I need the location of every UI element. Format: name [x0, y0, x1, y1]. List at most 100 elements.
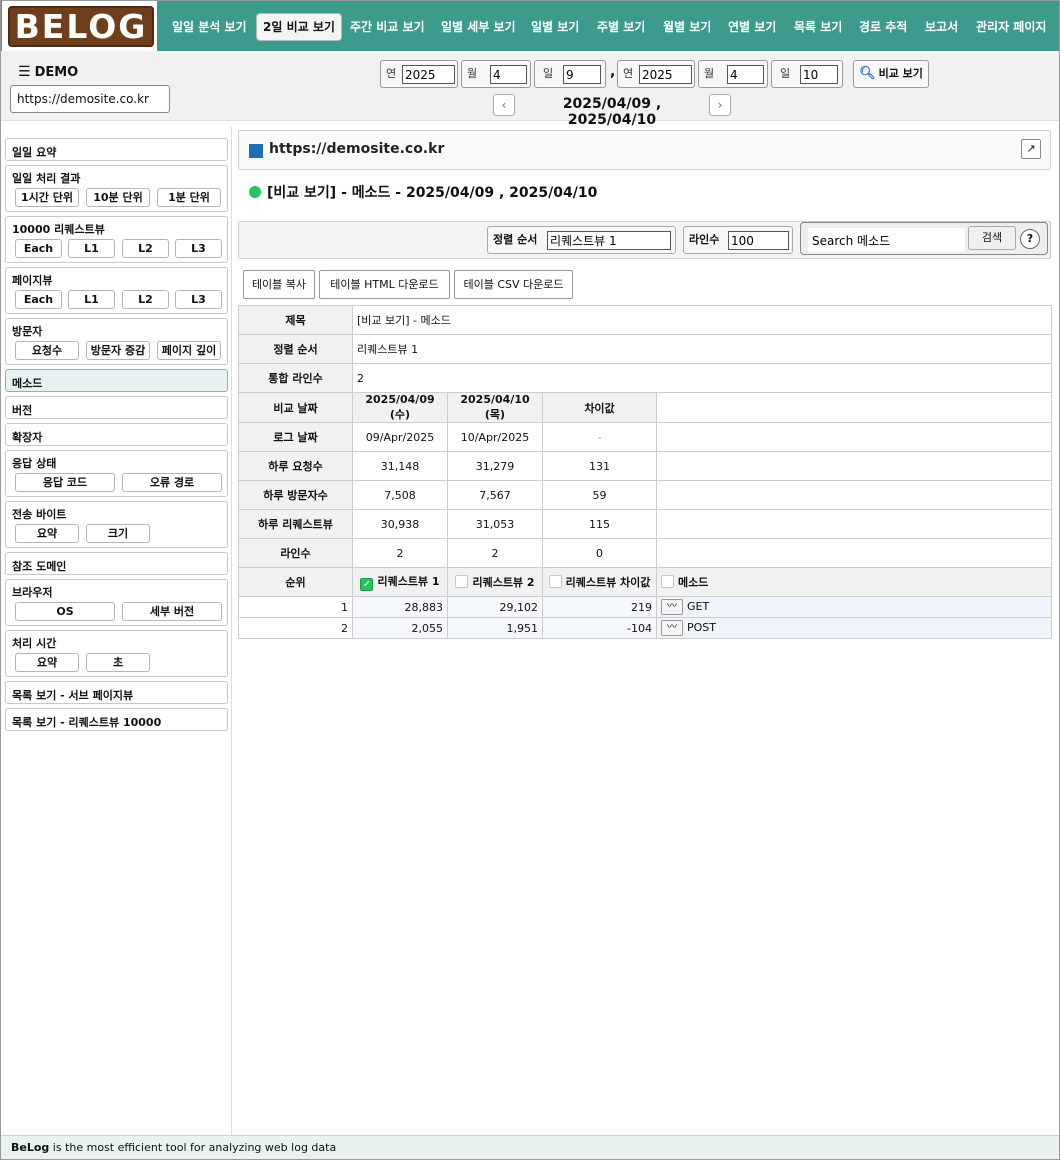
info-row-title: 제목 [비교 보기] - 메소드 — [238, 305, 1052, 335]
expand-icon[interactable]: ↗ — [1021, 139, 1041, 159]
date-range-label: 2025/04/09 , 2025/04/10 — [562, 96, 662, 128]
browser-os-button[interactable]: OS — [15, 602, 115, 621]
nav-list[interactable]: 목록 보기 — [788, 13, 848, 41]
pageview-l1-button[interactable]: L1 — [68, 290, 115, 309]
prev-day-button[interactable]: ‹ — [493, 94, 515, 116]
requests-l3-button[interactable]: L3 — [175, 239, 222, 258]
date1-day-group: 일 — [534, 60, 606, 88]
nav-weekly[interactable]: 주별 보기 — [591, 13, 651, 41]
nav-yearly[interactable]: 연별 보기 — [722, 13, 782, 41]
next-day-button[interactable]: › — [709, 94, 731, 116]
report-table: 제목 [비교 보기] - 메소드 정렬 순서 리퀘스트뷰 1 통합 라인수 2 … — [238, 305, 1052, 639]
sidebar-item-list-requests[interactable]: 목록 보기 - 리퀘스트뷰 10000 — [5, 708, 228, 731]
col-toggle-requests2[interactable]: 리퀘스트뷰 2 — [447, 567, 543, 597]
visitors-change-button[interactable]: 방문자 증감 — [86, 341, 150, 360]
browser-version-button[interactable]: 세부 버전 — [122, 602, 222, 621]
search-input[interactable] — [808, 228, 965, 252]
col-toggle-requests1[interactable]: ✓ 리퀘스트뷰 1 — [352, 567, 448, 597]
checkbox-icon[interactable] — [548, 575, 562, 588]
date1-year-input[interactable] — [402, 65, 455, 84]
sort-order-select[interactable] — [547, 231, 671, 250]
sidebar-item-referer[interactable]: 참조 도메인 — [5, 552, 228, 575]
site-square-icon — [249, 144, 263, 158]
daily-result-10min-button[interactable]: 10분 단위 — [86, 188, 150, 207]
bytes-size-button[interactable]: 크기 — [86, 524, 150, 543]
help-icon[interactable]: ? — [1020, 229, 1040, 249]
compare-row: 라인수 2 2 0 — [238, 538, 1052, 568]
site-url-field[interactable]: https://demosite.co.kr — [10, 85, 170, 113]
trend-chart-icon[interactable]: 〰 — [661, 599, 683, 615]
method-name: GET — [687, 600, 710, 613]
belog-logo[interactable]: BELOG — [2, 1, 157, 51]
visitors-requests-button[interactable]: 요청수 — [15, 341, 79, 360]
requests-each-button[interactable]: Each — [15, 239, 62, 258]
nav-daily-analysis[interactable]: 일일 분석 보기 — [166, 13, 253, 41]
response-code-button[interactable]: 응답 코드 — [15, 473, 115, 492]
pageview-l3-button[interactable]: L3 — [175, 290, 222, 309]
requests-l1-button[interactable]: L1 — [68, 239, 115, 258]
info-row-sort: 정렬 순서 리퀘스트뷰 1 — [238, 334, 1052, 364]
proctime-summary-button[interactable]: 요약 — [15, 653, 79, 672]
date2-year-input[interactable] — [639, 65, 692, 84]
compare-button[interactable]: 🔍︎ 비교 보기 — [853, 60, 929, 88]
table-copy-button[interactable]: 테이블 복사 — [243, 270, 315, 299]
date1-month-input[interactable] — [490, 65, 527, 84]
pageview-each-button[interactable]: Each — [15, 290, 62, 309]
search-button[interactable]: 검색 — [968, 226, 1016, 250]
checkbox-checked-icon[interactable]: ✓ — [360, 578, 374, 591]
date2-day-input[interactable] — [800, 65, 838, 84]
nav-weekly-compare[interactable]: 주간 비교 보기 — [344, 13, 431, 41]
col-toggle-method[interactable]: 메소드 — [656, 567, 1052, 597]
site-card-header: https://demosite.co.kr — [238, 130, 1051, 170]
line-count-input[interactable] — [728, 231, 789, 250]
site-title: https://demosite.co.kr — [269, 141, 445, 157]
nav-report[interactable]: 보고서 — [919, 13, 964, 41]
sidebar-group-bytes: 전송 바이트 요약 크기 — [5, 501, 228, 548]
hamburger-icon[interactable]: ☰ — [18, 64, 31, 80]
nav-daily-detail[interactable]: 일별 세부 보기 — [435, 13, 522, 41]
nav-admin[interactable]: 관리자 페이지 — [970, 13, 1052, 41]
sidebar-item-daily-summary[interactable]: 일일 요약 — [5, 138, 228, 161]
list-header-row: 순위 ✓ 리퀘스트뷰 1 리퀘스트뷰 2 리퀘스트뷰 차이값 메소드 — [238, 567, 1052, 597]
checkbox-icon[interactable] — [661, 575, 674, 588]
compare-row: 로그 날짜 09/Apr/2025 10/Apr/2025 - — [238, 422, 1052, 452]
date2-month-input[interactable] — [727, 65, 764, 84]
sidebar-item-extension[interactable]: 확장자 — [5, 423, 228, 446]
sidebar-group-proctime: 처리 시간 요약 초 — [5, 630, 228, 677]
table-csv-download-button[interactable]: 테이블 CSV 다운로드 — [454, 270, 573, 299]
date1-day-input[interactable] — [563, 65, 601, 84]
pageview-l2-button[interactable]: L2 — [122, 290, 169, 309]
proctime-seconds-button[interactable]: 초 — [86, 653, 150, 672]
sidebar-item-list-subpage[interactable]: 목록 보기 - 서브 페이지뷰 — [5, 681, 228, 704]
nav-two-day-compare[interactable]: 2일 비교 보기 — [256, 13, 342, 41]
sidebar-item-version[interactable]: 버전 — [5, 396, 228, 419]
compare-header-row: 비교 날짜 2025/04/09 (수) 2025/04/10 (목) 차이값 — [238, 392, 1052, 423]
project-title[interactable]: ☰ DEMO — [18, 64, 78, 80]
checkbox-icon[interactable] — [455, 575, 469, 588]
nav-daily[interactable]: 일별 보기 — [525, 13, 585, 41]
sort-group: 정렬 순서 — [487, 226, 676, 254]
sidebar-group-browser: 브라우저 OS 세부 버전 — [5, 579, 228, 626]
error-path-button[interactable]: 오류 경로 — [122, 473, 222, 492]
table-html-download-button[interactable]: 테이블 HTML 다운로드 — [319, 270, 450, 299]
top-nav: BELOG 일일 분석 보기 2일 비교 보기 주간 비교 보기 일별 세부 보… — [1, 1, 1059, 51]
sidebar-group-pageview: 페이지뷰 Each L1 L2 L3 — [5, 267, 228, 314]
requests-l2-button[interactable]: L2 — [122, 239, 169, 258]
col-toggle-diff[interactable]: 리퀘스트뷰 차이값 — [542, 567, 657, 597]
nav-path-trace[interactable]: 경로 추적 — [853, 13, 913, 41]
project-name: DEMO — [34, 65, 79, 80]
method-name: POST — [687, 621, 716, 634]
lines-group: 라인수 — [683, 226, 793, 254]
visitors-page-depth-button[interactable]: 페이지 깊이 — [157, 341, 221, 360]
daily-result-1min-button[interactable]: 1분 단위 — [157, 188, 221, 207]
bytes-summary-button[interactable]: 요약 — [15, 524, 79, 543]
date1-month-group: 월 — [461, 60, 531, 88]
trend-chart-icon[interactable]: 〰 — [661, 620, 683, 636]
compare-row: 하루 요청수 31,148 31,279 131 — [238, 451, 1052, 481]
date2-month-group: 월 — [698, 60, 768, 88]
footer: BeLog is the most efficient tool for ana… — [1, 1135, 1059, 1159]
info-row-lines: 통합 라인수 2 — [238, 363, 1052, 393]
sidebar-item-method[interactable]: 메소드 — [5, 369, 228, 392]
nav-monthly[interactable]: 월별 보기 — [657, 13, 717, 41]
daily-result-1hour-button[interactable]: 1시간 단위 — [15, 188, 79, 207]
